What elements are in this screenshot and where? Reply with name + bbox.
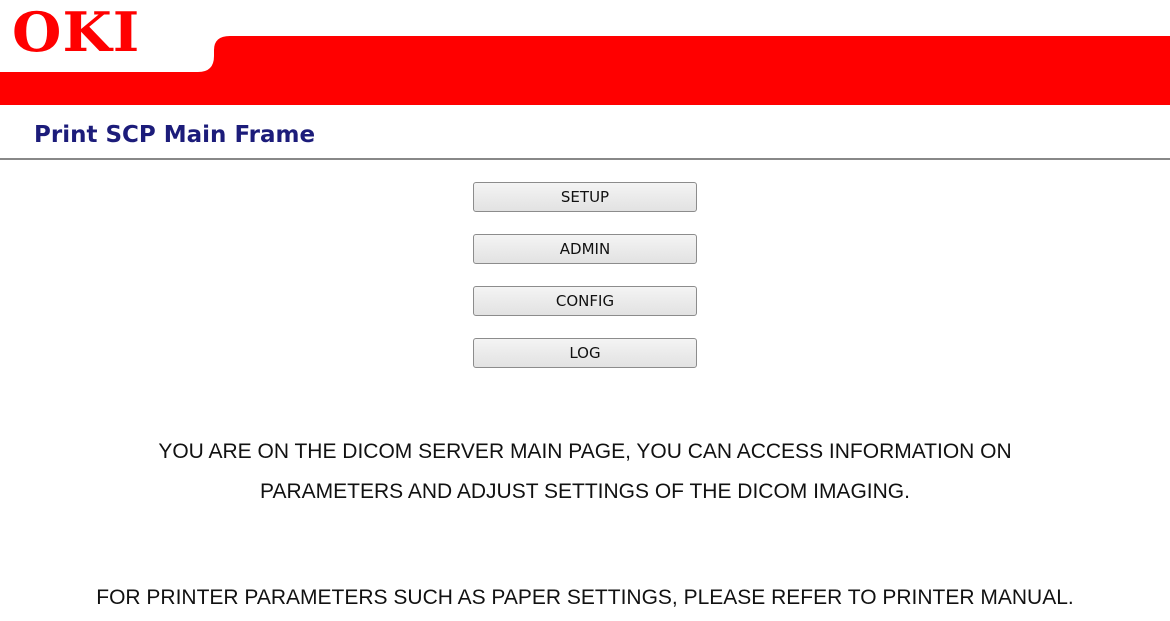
info-message: YOU ARE ON THE DICOM SERVER MAIN PAGE, Y… — [0, 432, 1170, 512]
log-button[interactable]: LOG — [473, 338, 697, 368]
admin-button[interactable]: ADMIN — [473, 234, 697, 264]
red-header-band — [0, 36, 1170, 105]
header-banner: OKI — [0, 0, 1170, 105]
setup-button[interactable]: SETUP — [473, 182, 697, 212]
main-menu: SETUP ADMIN CONFIG LOG — [473, 182, 697, 390]
config-button[interactable]: CONFIG — [473, 286, 697, 316]
red-band-shape — [0, 36, 1170, 105]
page-title: Print SCP Main Frame — [34, 122, 316, 148]
info-line-1: YOU ARE ON THE DICOM SERVER MAIN PAGE, Y… — [158, 440, 1012, 463]
title-divider — [0, 158, 1170, 160]
printer-manual-note: FOR PRINTER PARAMETERS SUCH AS PAPER SET… — [96, 586, 1074, 609]
oki-logo: OKI — [12, 0, 141, 64]
info-line-2: PARAMETERS AND ADJUST SETTINGS OF THE DI… — [260, 480, 910, 503]
